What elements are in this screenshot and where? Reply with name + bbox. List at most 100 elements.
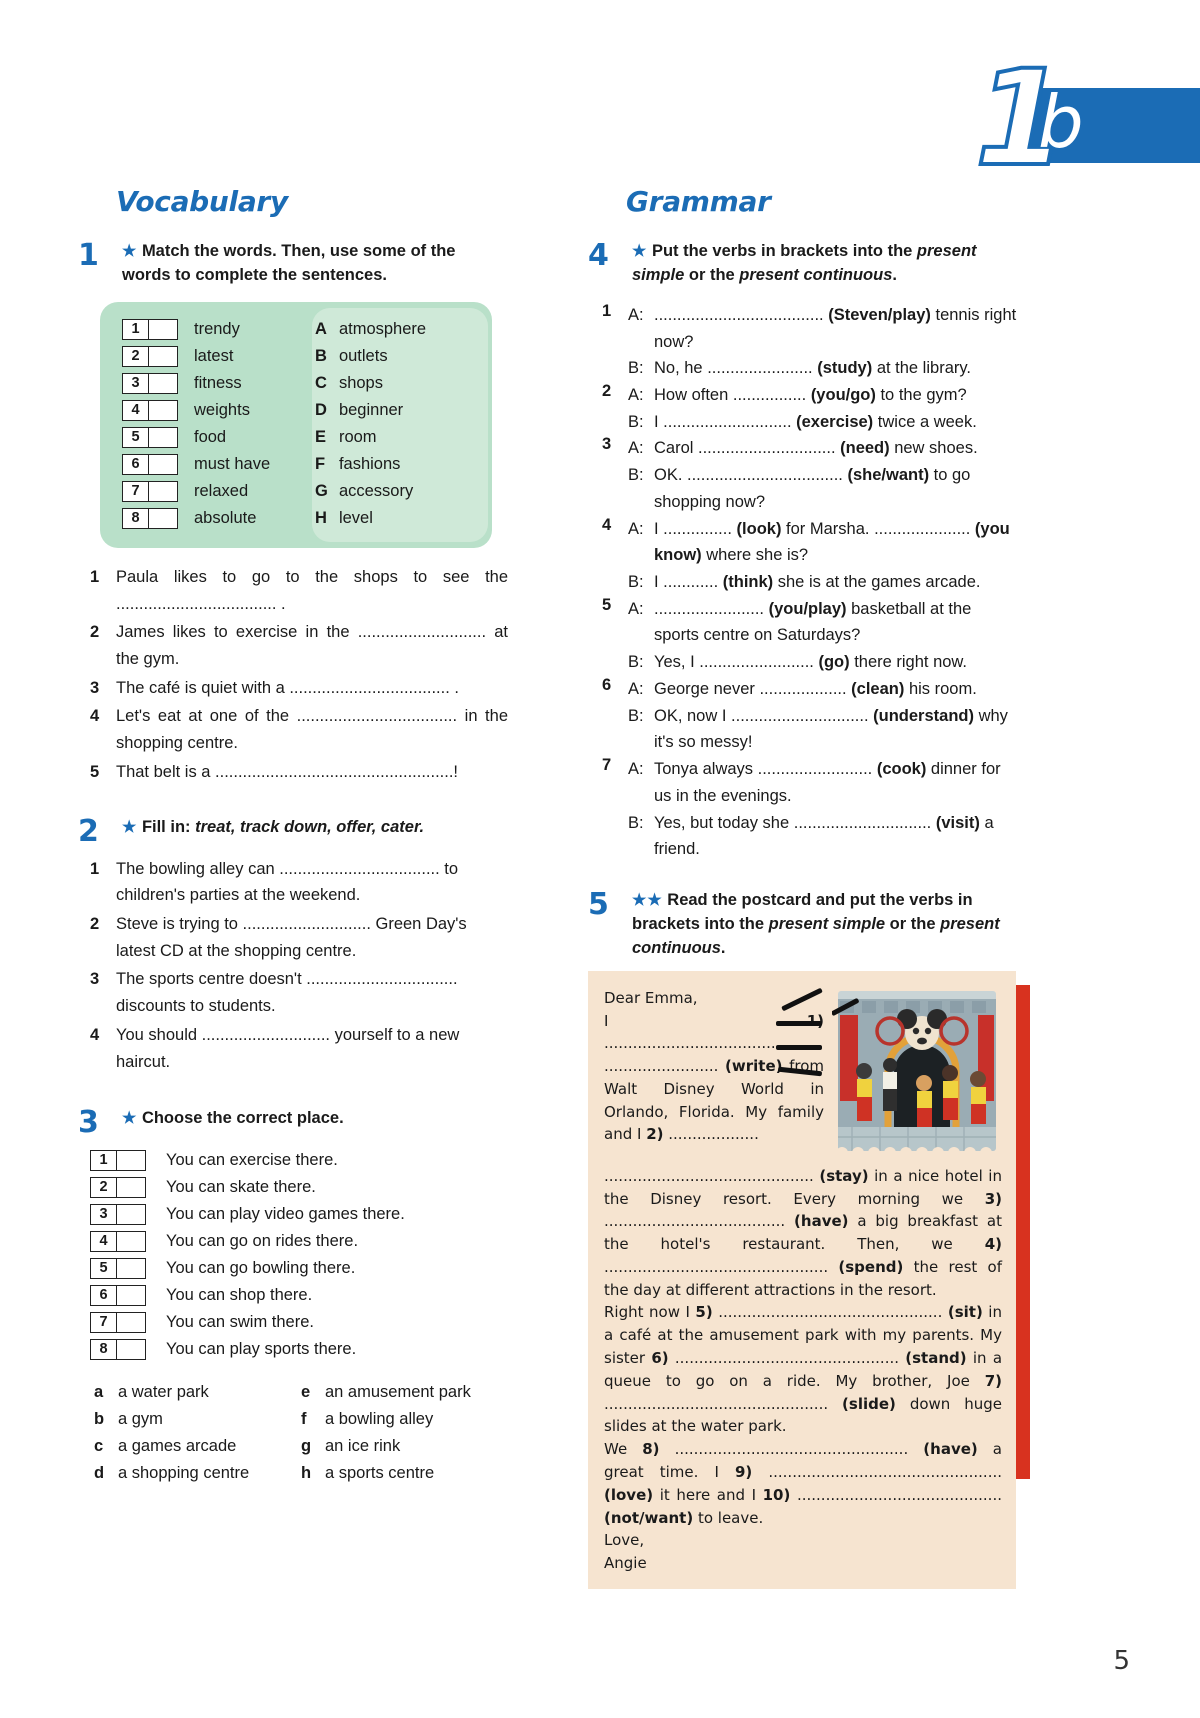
exercise-2-sentence: 3 The sports centre doesn't .............… [90,966,508,1019]
answer-box-input[interactable] [149,401,177,420]
answer-box[interactable]: 7 [90,1312,146,1334]
item-text[interactable]: You should ............................ … [116,1026,459,1071]
answer-box-input[interactable] [117,1286,145,1305]
postcard-body: Dear Emma, I 1) ........................… [588,970,1016,1590]
dialogue-text[interactable]: I ............... (look) for Marsha. ...… [654,516,1018,569]
answer-box[interactable]: 3 [122,372,178,394]
answer-box-input[interactable] [149,320,177,339]
dialogue-turn: A: ..................................... … [628,302,1018,355]
exercise-3-number: 3 [78,1105,99,1141]
answer-box[interactable]: 4 [122,399,178,421]
answer-box-number: 8 [123,508,149,528]
dialogue-text[interactable]: OK. .................................. (… [654,462,1018,515]
answer-box-input[interactable] [117,1205,145,1224]
exercise-5-instruction-part3: . [720,938,726,957]
item-text[interactable]: Steve is trying to .....................… [116,915,467,960]
dialogue-text[interactable]: Tonya always ......................... (… [654,756,1018,809]
exercise-5-instruction: ★★ Read the postcard and put the verbs i… [632,889,1018,961]
dialogue-text[interactable]: ..................................... (S… [654,302,1018,355]
answer-box-input[interactable] [149,455,177,474]
dialogue-text[interactable]: I ............ (think) she is at the gam… [654,569,1018,596]
disney-castle-photo-svg [831,986,1002,1161]
match-word: room [338,427,377,446]
exercise-3-instruction-text: Choose the correct place. [141,1109,344,1128]
dialogue-text[interactable]: George never ................... (clean)… [654,676,1018,703]
answer-box-input[interactable] [117,1151,145,1170]
answer-box[interactable]: 1 [122,318,178,340]
answer-box[interactable]: 6 [122,453,178,475]
dialogue-speaker: B: [628,466,644,485]
match-word: absolute [194,508,257,527]
item-text[interactable]: The bowling alley can ..................… [116,860,458,905]
exercise-3-statement-row: 5 You can go bowling there. [90,1255,508,1282]
answer-box-input[interactable] [149,374,177,393]
item-text[interactable]: Paula likes to go to the shops to see th… [116,568,508,613]
answer-box-input[interactable] [117,1232,145,1251]
item-number: 2 [90,623,100,642]
answer-box[interactable]: 8 [90,1339,146,1361]
answer-box-input[interactable] [149,428,177,447]
item-text[interactable]: That belt is a .........................… [116,763,458,781]
dialogue-text[interactable]: No, he ....................... (study) a… [654,355,1018,382]
item-text[interactable]: The café is quiet with a ...............… [116,679,459,697]
dialogue-speaker: B: [628,573,644,592]
dialogue-speaker: A: [628,679,644,698]
answer-box-number: 5 [91,1259,117,1279]
exercise-3-option: d a shopping centre [94,1460,301,1487]
answer-box[interactable]: 1 [90,1150,146,1172]
answer-box[interactable]: 4 [90,1231,146,1253]
exercise-1-instruction: ★ Match the words. Then, use some of the… [122,240,508,288]
dialogue-number: 7 [602,756,612,775]
answer-box[interactable]: 7 [122,480,178,502]
exercise-1-sentence: 1 Paula likes to go to the shops to see t… [90,564,508,617]
item-text[interactable]: The sports centre doesn't ..............… [116,970,458,1015]
option-text: an amusement park [325,1383,471,1402]
answer-box-input[interactable] [149,347,177,366]
answer-box[interactable]: 2 [90,1177,146,1199]
answer-box-number: 6 [91,1286,117,1306]
match-row-left: 1 trendy [122,316,301,343]
match-words-box: 1 trendy 2 latest 3 fitness 4 weights 5 food 6 must… [100,301,492,548]
answer-box-input[interactable] [117,1178,145,1197]
option-text: an ice rink [325,1437,401,1456]
match-letter: G [314,481,328,500]
match-row-left: 7 relaxed [122,478,301,505]
item-text[interactable]: James likes to exercise in the .........… [116,623,508,668]
match-row-right: Ffashions [315,451,476,478]
answer-box-input[interactable] [117,1259,145,1278]
dialogue-text[interactable]: ........................ (you/play) bask… [654,596,1018,649]
dialogue-text[interactable]: Yes, but today she .....................… [654,810,1018,863]
answer-box-input[interactable] [117,1313,145,1332]
item-number: 5 [90,762,100,781]
disney-castle-photo [776,986,1002,1161]
exercise-2-instruction-prefix: Fill in: [141,817,191,836]
statement-text: You can play video games there. [166,1205,405,1224]
unit-letter: b [1038,80,1084,164]
match-row-right: Hlevel [315,505,476,532]
match-word: trendy [194,319,240,338]
answer-box[interactable]: 5 [122,426,178,448]
exercise-1-instruction-text: Match the words. Then, use some of the w… [122,242,456,284]
answer-box[interactable]: 2 [122,345,178,367]
dialogue-text[interactable]: I ............................ (exercise… [654,409,1018,436]
match-letter: D [314,400,327,419]
dialogue-text[interactable]: Carol .............................. (ne… [654,435,1018,462]
item-text[interactable]: Let's eat at one of the ................… [116,707,508,752]
answer-box-input[interactable] [117,1340,145,1359]
answer-box[interactable]: 6 [90,1285,146,1307]
answer-box-input[interactable] [149,509,177,528]
dialogue-item: 4 A: I ............... (look) for Marsha. … [602,516,1018,596]
answer-box[interactable]: 3 [90,1204,146,1226]
answer-box-input[interactable] [149,482,177,501]
answer-box[interactable]: 5 [90,1258,146,1280]
answer-box[interactable]: 8 [122,507,178,529]
dialogue-text[interactable]: OK, now I ..............................… [654,703,1018,756]
dialogue-turn: A: I ............... (look) for Marsha. .… [628,516,1018,569]
match-letter: E [314,427,326,446]
dialogue-text[interactable]: How often ................ (you/go) to t… [654,382,1018,409]
match-row-left: 3 fitness [122,370,301,397]
dialogue-text[interactable]: Yes, I ......................... (go) th… [654,649,1018,676]
dialogue-turn: A: How often ................ (you/go) to… [628,382,1018,409]
postcard-paragraph-3: Right now I 5) .........................… [604,1303,1003,1436]
exercise-2-sentence: 4 You should ............................… [90,1022,508,1075]
